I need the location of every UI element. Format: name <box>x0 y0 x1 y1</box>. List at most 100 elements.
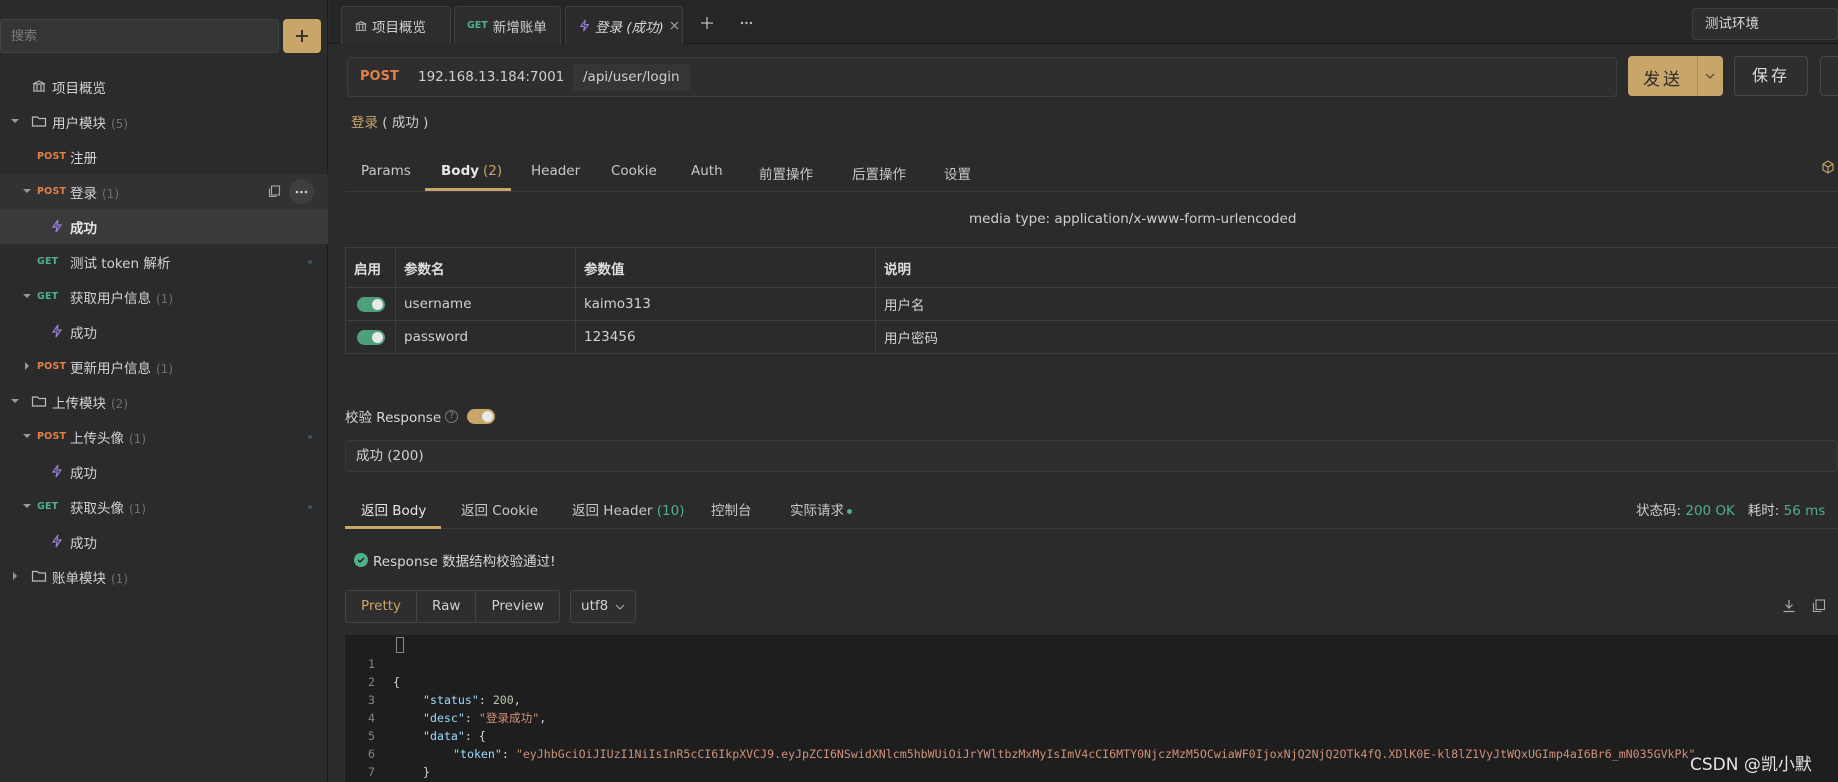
search-box[interactable] <box>0 19 279 53</box>
active-tab-indicator <box>425 188 511 191</box>
tab-response-header[interactable]: 返回 Header (10) <box>572 499 684 519</box>
download-icon[interactable] <box>1782 599 1796 613</box>
tab-response-body[interactable]: 返回 Body <box>361 499 426 519</box>
tree-item-get-user[interactable]: GET 获取用户信息 (1) <box>0 279 328 314</box>
copy-icon[interactable] <box>268 185 281 198</box>
tab-post-script[interactable]: 后置操作 <box>852 163 906 183</box>
view-raw-button[interactable]: Raw <box>417 590 477 623</box>
tree-item-label: 成功 <box>70 466 97 482</box>
tab-header[interactable]: Header <box>531 163 580 179</box>
tree-item-get-user-success[interactable]: 成功 <box>0 314 328 349</box>
cube-icon[interactable] <box>1821 160 1835 174</box>
request-name-suffix: ( 成功 ) <box>382 115 429 131</box>
tree-item-upload-avatar-success[interactable]: 成功 <box>0 454 328 489</box>
environment-select[interactable]: 测试环境 <box>1692 8 1838 40</box>
tab-params[interactable]: Params <box>361 163 411 179</box>
tree-item-login[interactable]: POST 登录 (1) <box>0 174 328 209</box>
response-body-editor[interactable]: 1 { 2 "status": 200, 3 "desc": "登录成功", 4… <box>345 635 1838 782</box>
tree-item-token-test[interactable]: GET 测试 token 解析 <box>0 244 328 279</box>
url-host[interactable]: 192.168.13.184:7001 <box>418 69 564 85</box>
more-button[interactable] <box>1820 56 1838 96</box>
lightning-icon <box>51 324 63 338</box>
check-circle-icon <box>354 553 368 567</box>
url-bar[interactable]: POST 192.168.13.184:7001 /api/user/login <box>347 57 1617 97</box>
save-button[interactable]: 保存 <box>1734 56 1808 96</box>
tree-item-get-avatar-success[interactable]: 成功 <box>0 524 328 559</box>
tree-item-login-success[interactable]: 成功 <box>0 209 328 244</box>
plus-icon[interactable] <box>701 17 713 29</box>
close-icon[interactable] <box>670 21 679 30</box>
table-row: password 123456 用户密码 <box>345 320 1838 354</box>
add-button[interactable] <box>283 19 321 53</box>
tab-settings[interactable]: 设置 <box>944 163 971 183</box>
lightning-icon <box>579 19 590 32</box>
more-actions-button[interactable] <box>289 179 314 204</box>
tab-project-overview[interactable]: 项目概览 <box>341 6 451 44</box>
url-path-input[interactable]: /api/user/login <box>573 64 690 91</box>
tab-bar: 项目概览 GET 新增账单 登录 (成功) <box>329 0 1838 44</box>
view-pretty-button[interactable]: Pretty <box>345 590 418 623</box>
tree-item-upload-avatar[interactable]: POST 上传头像 (1) <box>0 419 328 454</box>
tree-item-register[interactable]: POST 注册 <box>0 139 328 174</box>
tab-label: 项目概览 <box>372 19 426 36</box>
code-line: 7 } <box>345 745 375 779</box>
tab-body[interactable]: Body (2) <box>441 163 502 179</box>
param-desc[interactable]: 用户名 <box>875 287 1838 321</box>
param-name[interactable]: username <box>395 287 576 321</box>
send-button[interactable]: 发送 <box>1628 56 1723 96</box>
param-value[interactable]: 123456 <box>575 320 876 354</box>
tree-item-count: (1) <box>156 292 173 306</box>
tree-folder-user[interactable]: 用户模块 (5) <box>0 104 328 139</box>
validate-toggle[interactable] <box>467 408 496 424</box>
param-name[interactable]: password <box>395 320 576 354</box>
response-select[interactable]: 成功 (200) <box>345 440 1838 472</box>
json-string: "登录成功" <box>478 711 540 725</box>
tree-item-overview[interactable]: 项目概览 <box>0 69 328 104</box>
send-divider <box>1697 56 1698 96</box>
method-tag: GET <box>467 20 488 31</box>
tree-item-label: 成功 <box>70 326 97 342</box>
response-tabs: 返回 Body 返回 Cookie 返回 Header (10) 控制台 实际请… <box>345 489 1838 529</box>
tab-login-success[interactable]: 登录 (成功) <box>565 6 683 44</box>
tab-pre-script[interactable]: 前置操作 <box>759 163 813 183</box>
tab-actual-request[interactable]: 实际请求 <box>790 499 852 519</box>
request-tabs: Params Body (2) Header Cookie Auth 前置操作 后… <box>345 148 1838 192</box>
method-select[interactable]: POST <box>360 69 399 84</box>
code-line: 5 "token": "eyJhbGciOiJIUzI1NiIsInR5cCI6… <box>345 709 1695 761</box>
tab-add-bill[interactable]: GET 新增账单 <box>454 6 561 44</box>
tab-response-cookie[interactable]: 返回 Cookie <box>461 499 538 519</box>
method-tag: GET <box>37 501 59 512</box>
search-input[interactable] <box>1 20 278 52</box>
watermark: CSDN @凯小默 <box>1690 755 1812 775</box>
tree-item-label: 登录 <box>70 186 97 202</box>
col-enabled: 启用 <box>345 247 396 288</box>
method-tag: POST <box>37 186 67 197</box>
tree-folder-bill[interactable]: 账单模块 (1) <box>0 559 328 594</box>
copy-icon[interactable] <box>1812 599 1826 613</box>
code-line: 4 "data": { <box>345 691 486 743</box>
tree-item-update-user[interactable]: POST 更新用户信息 (1) <box>0 349 328 384</box>
tab-cookie[interactable]: Cookie <box>611 163 657 179</box>
enable-toggle[interactable] <box>357 329 385 345</box>
tree-item-get-avatar[interactable]: GET 获取头像 (1) <box>0 489 328 524</box>
chevron-down-icon[interactable] <box>1705 71 1715 81</box>
tab-badge: (10) <box>656 503 685 519</box>
tree-folder-upload[interactable]: 上传模块 (2) <box>0 384 328 419</box>
enable-toggle[interactable] <box>357 296 385 312</box>
param-value[interactable]: kaimo313 <box>575 287 876 321</box>
ellipsis-icon[interactable] <box>740 21 753 25</box>
tab-label: 新增账单 <box>492 19 547 36</box>
col-desc: 说明 <box>875 247 1838 288</box>
view-preview-button[interactable]: Preview <box>476 590 561 623</box>
tab-auth[interactable]: Auth <box>691 163 723 179</box>
encoding-select[interactable]: utf8 <box>570 590 637 623</box>
json-string: "eyJhbGciOiJIUzI1NiIsInR5cCI6IkpXVCJ9.ey… <box>515 747 1696 761</box>
bracket-match-indicator <box>396 637 404 653</box>
tree-item-count: (1) <box>129 432 146 446</box>
tab-console[interactable]: 控制台 <box>711 499 752 519</box>
method-tag: GET <box>37 256 59 267</box>
code-line: 3 "desc": "登录成功", <box>345 673 546 725</box>
param-desc[interactable]: 用户密码 <box>875 320 1838 354</box>
help-icon[interactable]: ? <box>445 409 459 423</box>
request-name[interactable]: 登录 ( 成功 ) <box>351 111 428 131</box>
